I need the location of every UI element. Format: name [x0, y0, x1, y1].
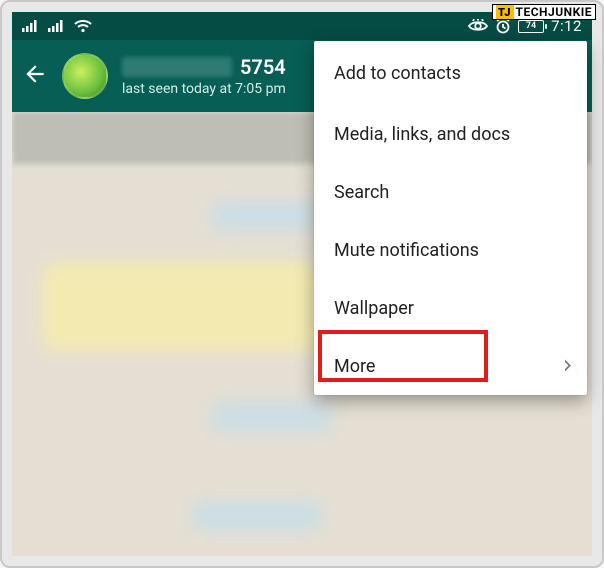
contact-name-redacted [122, 57, 232, 77]
eye-icon [468, 19, 488, 33]
contact-number-suffix: 5754 [240, 55, 286, 79]
menu-item-search[interactable]: Search [314, 163, 587, 221]
menu-item-label: Search [334, 182, 389, 203]
signal-icon [22, 20, 38, 32]
menu-item-label: Media, links, and docs [334, 124, 510, 145]
back-icon[interactable] [22, 61, 48, 91]
last-seen-text: last seen today at 7:05 pm [122, 81, 286, 97]
chevron-right-icon [565, 356, 573, 377]
menu-item-media-links-docs[interactable]: Media, links, and docs [314, 105, 587, 163]
screenshot-frame: TJ TECHJUNKIE [0, 0, 604, 568]
battery-indicator: 74 [518, 20, 544, 33]
watermark: TJ TECHJUNKIE [492, 4, 596, 20]
status-left [22, 20, 92, 33]
menu-item-mute-notifications[interactable]: Mute notifications [314, 221, 587, 279]
wifi-icon [74, 20, 92, 33]
blurred-bubble [212, 202, 322, 230]
alarm-icon [495, 18, 511, 34]
menu-item-label: Wallpaper [334, 298, 414, 319]
overflow-menu: Add to contacts Media, links, and docs S… [314, 41, 587, 395]
menu-item-wallpaper[interactable]: Wallpaper [314, 279, 587, 337]
signal-icon-2 [48, 20, 64, 32]
contact-name-line: 5754 [122, 55, 286, 79]
menu-item-more[interactable]: More [314, 337, 587, 395]
watermark-text: TECHJUNKIE [516, 5, 592, 19]
blurred-bubble [192, 502, 322, 530]
watermark-badge: TJ [496, 5, 514, 19]
menu-item-label: More [334, 356, 375, 377]
battery-level: 74 [526, 22, 536, 31]
menu-item-label: Mute notifications [334, 240, 479, 261]
menu-item-label: Add to contacts [334, 63, 461, 84]
menu-item-add-to-contacts[interactable]: Add to contacts [314, 41, 587, 105]
avatar[interactable] [62, 53, 108, 99]
contact-title-block[interactable]: 5754 last seen today at 7:05 pm [122, 55, 286, 97]
blurred-bubble [212, 402, 332, 432]
